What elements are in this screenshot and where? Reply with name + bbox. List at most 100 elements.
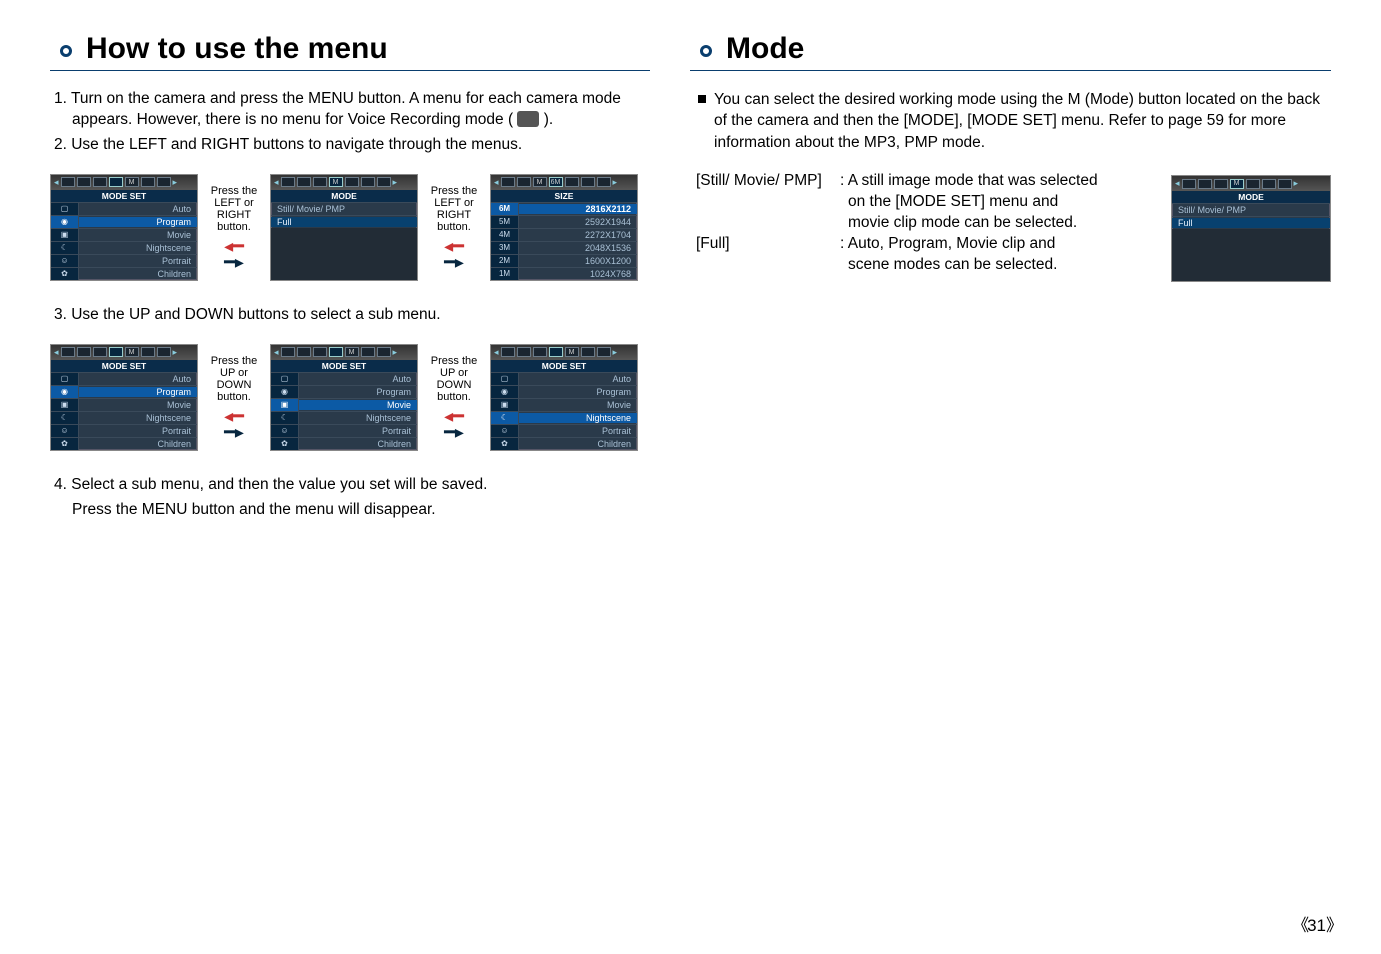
tab-icon [61, 177, 75, 187]
mode-portrait-icon: ☺ [51, 425, 79, 437]
tab-icon-active: 6M [549, 177, 563, 187]
mode-auto-icon: ▢ [271, 373, 299, 385]
empty-area [1172, 229, 1330, 281]
tab-icon [93, 177, 107, 187]
tab-icon [313, 177, 327, 187]
intro-paragraph: You can select the desired working mode … [698, 89, 1331, 153]
tab-icon-active: M [1230, 179, 1244, 189]
list-item: Portrait [299, 426, 417, 436]
list-item: Still/ Movie/ PMP [1172, 205, 1330, 215]
chevron-right-icon: ▸ [173, 177, 178, 188]
list-item: Auto [299, 374, 417, 384]
def-val-1a: : A still image mode that was selected [840, 171, 1098, 192]
nav-text: Press the LEFT or RIGHT button. [424, 185, 484, 233]
list-item: Movie [519, 400, 637, 410]
tab-icon [361, 347, 375, 357]
list-item: Portrait [79, 256, 197, 266]
screens-row-2: ◂ M ▸ MODE SET ▢Auto ◉Program ▣Movie ☾Ni… [50, 344, 650, 451]
chevron-right-icon: ▸ [173, 347, 178, 358]
def-val-2b: scene modes can be selected. [840, 255, 1057, 276]
list-item: Movie [299, 400, 417, 410]
list-item: Children [79, 439, 197, 449]
tab-icon [297, 347, 311, 357]
mode-movie-icon: ▣ [271, 399, 299, 411]
tab-icon [517, 347, 531, 357]
size-key: 5M [491, 216, 519, 228]
list-item: Nightscene [79, 413, 197, 423]
heading-bullet-icon [60, 45, 72, 57]
page-number: 《31》 [1292, 911, 1341, 936]
tab-bar: ◂ M ▸ [51, 345, 197, 360]
tab-icon [533, 347, 547, 357]
mode-portrait-icon: ☺ [491, 425, 519, 437]
tab-icon [581, 347, 595, 357]
page-number-deco-icon: 》 [1326, 916, 1341, 935]
mode-program-icon: ◉ [51, 386, 79, 398]
tab-bar: ◂ M ▸ [1172, 176, 1330, 191]
list-item: Program [79, 217, 197, 227]
def-key-1: [Still/ Movie/ PMP] [696, 171, 836, 192]
section-heading-right: Mode [690, 30, 1331, 71]
left-right-arrows-icon: ◂━━▸ [224, 409, 244, 440]
list-item: Nightscene [79, 243, 197, 253]
def-val-1b: on the [MODE SET] menu and [840, 192, 1058, 213]
list-item: Program [519, 387, 637, 397]
list-item: Nightscene [299, 413, 417, 423]
tab-bar: ◂ M ▸ [51, 175, 197, 190]
list-item: Program [299, 387, 417, 397]
heading-bullet-icon [700, 45, 712, 57]
step-1: 1. Turn on the camera and press the MENU… [72, 89, 650, 131]
screen-mode-set-2a: ◂ M ▸ MODE SET ▢Auto ◉Program ▣Movie ☾Ni… [50, 344, 198, 451]
chevron-left-icon: ◂ [274, 177, 279, 188]
mode-night-icon: ☾ [51, 242, 79, 254]
size-val: 1600X1200 [519, 256, 637, 266]
screen-mode-set-2b: ◂ M ▸ MODE SET ▢Auto ◉Program ▣Movie ☾Ni… [270, 344, 418, 451]
tab-icon [93, 347, 107, 357]
list-item: Movie [79, 400, 197, 410]
tab-icon-active [329, 347, 343, 357]
nav-text: Press the UP or DOWN button. [424, 355, 484, 403]
tab-icon-active: M [329, 177, 343, 187]
chevron-right-icon: ▸ [393, 347, 398, 358]
nav-instruction-3: Press the UP or DOWN button. ◂━━▸ [204, 355, 264, 440]
mode-movie-icon: ▣ [491, 399, 519, 411]
step-4a: 4. Select a sub menu, and then the value… [72, 475, 650, 496]
list-item: Auto [79, 204, 197, 214]
nav-instruction-4: Press the UP or DOWN button. ◂━━▸ [424, 355, 484, 440]
left-right-arrows-icon: ◂━━▸ [444, 239, 464, 270]
tab-icon [597, 347, 611, 357]
menu-banner: SIZE [491, 190, 637, 202]
menu-banner: MODE [271, 190, 417, 202]
screen-mode: ◂ M ▸ MODE Still/ Movie/ PMP Full [270, 174, 418, 281]
size-val: 2592X1944 [519, 217, 637, 227]
page-number-deco-icon: 《 [1292, 916, 1307, 935]
menu-banner: MODE [1172, 191, 1330, 203]
tab-icon [313, 347, 327, 357]
chevron-left-icon: ◂ [494, 347, 499, 358]
step-2: 2. Use the LEFT and RIGHT buttons to nav… [72, 135, 650, 156]
mode-children-icon: ✿ [271, 438, 299, 450]
mode-movie-icon: ▣ [51, 229, 79, 241]
chevron-left-icon: ◂ [274, 347, 279, 358]
tab-icon [361, 177, 375, 187]
tab-icon: M [125, 347, 139, 357]
square-bullet-icon [698, 95, 706, 103]
tab-icon [501, 177, 515, 187]
size-val: 1024X768 [519, 269, 637, 279]
size-key: 3M [491, 242, 519, 254]
tab-icon-active [109, 347, 123, 357]
tab-icon [61, 347, 75, 357]
tab-icon [565, 177, 579, 187]
mode-program-icon: ◉ [271, 386, 299, 398]
intro-text: You can select the desired working mode … [714, 89, 1331, 153]
right-column: Mode You can select the desired working … [690, 30, 1331, 525]
tab-icon [281, 347, 295, 357]
tab-bar: ◂ M ▸ [271, 175, 417, 190]
tab-icon [157, 347, 171, 357]
mode-children-icon: ✿ [51, 268, 79, 280]
size-val: 2048X1536 [519, 243, 637, 253]
tab-icon [377, 347, 391, 357]
tab-icon [501, 347, 515, 357]
nav-text: Press the LEFT or RIGHT button. [204, 185, 264, 233]
size-key: 6M [491, 203, 519, 215]
